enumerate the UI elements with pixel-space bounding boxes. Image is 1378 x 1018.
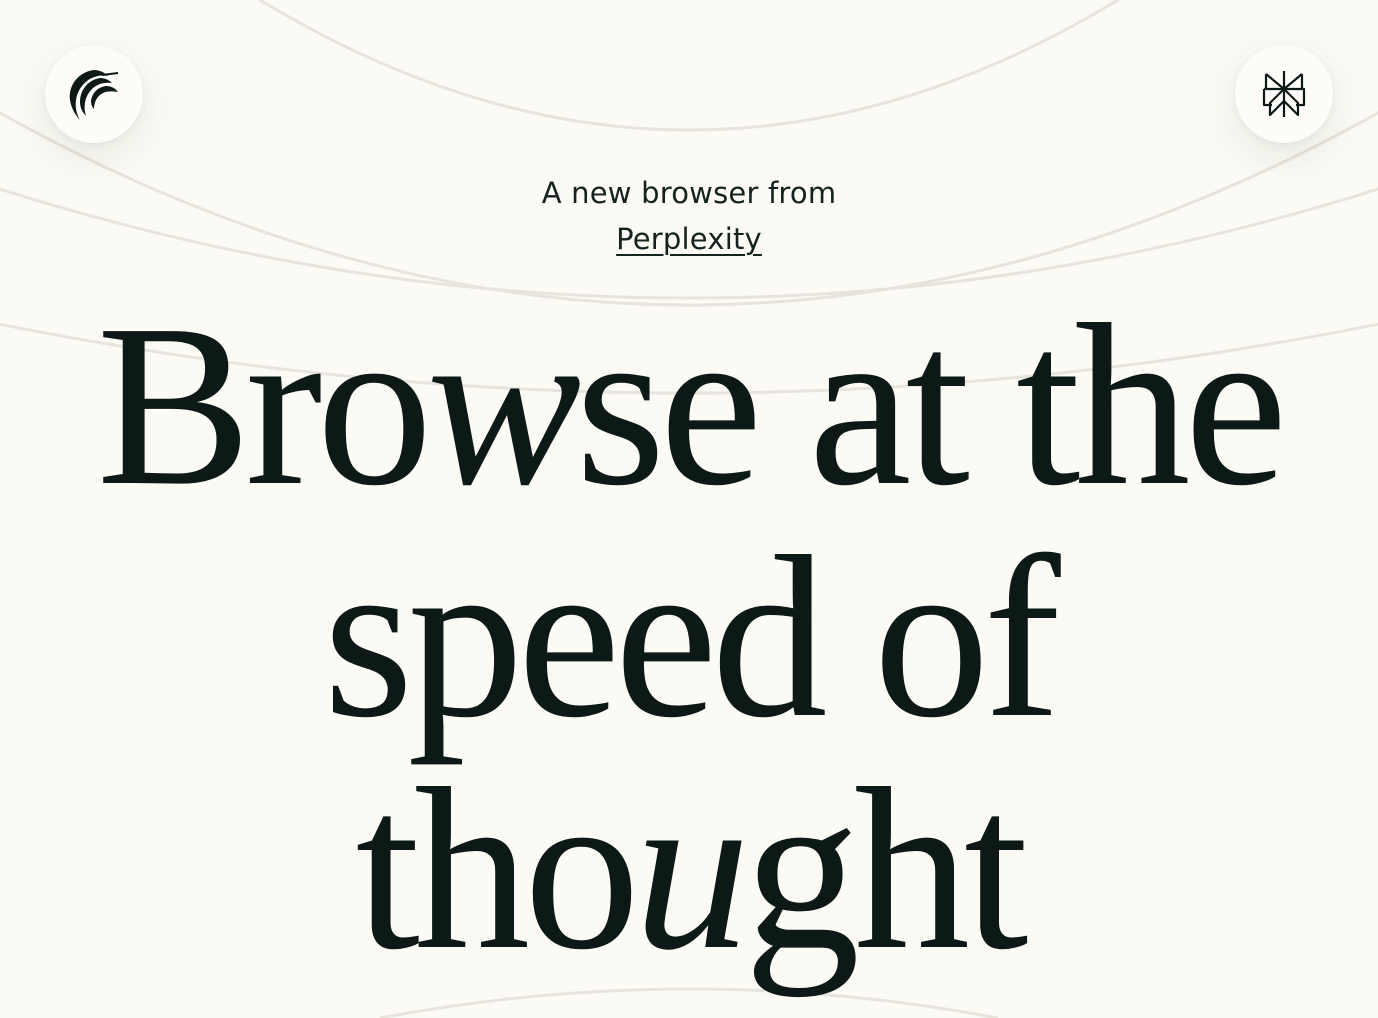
headline-line-1-start: Bro <box>96 277 433 534</box>
headline-line-1: Browse at the <box>0 290 1378 522</box>
perplexity-link[interactable]: Perplexity <box>616 222 762 256</box>
headline-line-3: thought <box>0 754 1378 986</box>
tagline-brand-row: Perplexity <box>0 222 1378 256</box>
headline-line-3-end: ght <box>744 741 1028 998</box>
landing-page: A new browser from Perplexity Browse at … <box>0 0 1378 1018</box>
headline-line-1-end: se at the <box>575 277 1287 534</box>
comet-logo-button[interactable] <box>45 45 143 143</box>
comet-logo-icon <box>69 70 119 120</box>
headline-line-1-italic: w <box>426 277 582 534</box>
headline-line-3-italic: u <box>634 741 750 998</box>
perplexity-logo-icon <box>1262 71 1306 117</box>
tagline-text: A new browser from <box>541 176 837 210</box>
headline-line-2: speed of <box>323 509 1061 766</box>
headline-line-3-start: tho <box>355 741 640 998</box>
perplexity-logo-button[interactable] <box>1235 45 1333 143</box>
